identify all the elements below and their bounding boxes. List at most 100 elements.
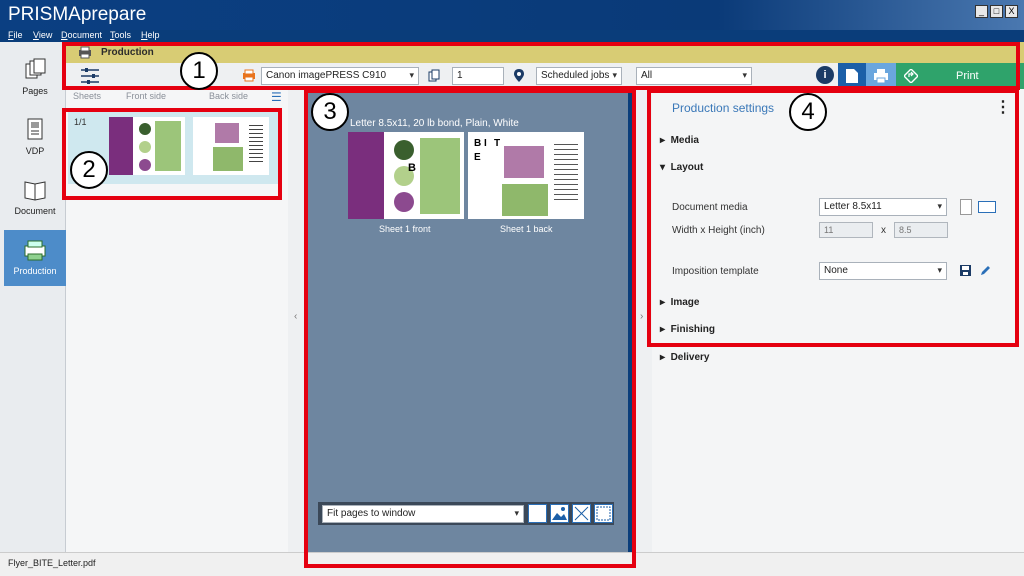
back-side-thumbnail[interactable] <box>193 117 269 175</box>
window-controls: _ □ X <box>975 5 1018 18</box>
printer-icon <box>79 46 91 59</box>
status-bar: Flyer_BITE_Letter.pdf <box>0 552 1024 576</box>
close-button[interactable]: X <box>1005 5 1018 18</box>
info-icon[interactable]: i <box>816 66 834 84</box>
section-image[interactable]: ▸ Image <box>660 297 699 308</box>
expand-arrow-icon: ▸ <box>660 324 671 335</box>
printer-select[interactable]: Canon imagePRESS C910 ▾ <box>261 67 419 85</box>
height-input[interactable]: 8.5 <box>894 222 948 238</box>
destination-value: Scheduled jobs <box>541 70 610 81</box>
collapse-left-button[interactable]: ‹ <box>288 89 306 552</box>
print-view-button[interactable] <box>866 63 896 89</box>
callout-1: 1 <box>180 52 218 90</box>
section-image-label: Image <box>670 297 700 308</box>
sheet-index: 1/1 <box>74 117 87 127</box>
section-delivery[interactable]: ▸ Delivery <box>660 352 710 363</box>
minimize-button[interactable]: _ <box>975 5 988 18</box>
column-header-front-side: Front side <box>126 91 167 101</box>
print-button[interactable]: Print <box>896 63 1024 89</box>
width-input[interactable]: 11 <box>819 222 873 238</box>
sheet-back-caption: Sheet 1 back <box>500 224 553 234</box>
menu-document[interactable]: Document <box>61 30 102 40</box>
zoom-value: Fit pages to window <box>327 508 416 519</box>
landscape-orientation-icon[interactable] <box>978 201 996 213</box>
filter-value: All <box>641 70 653 81</box>
section-layout[interactable]: ▾ Layout <box>660 162 703 173</box>
diamond-arrow-icon <box>904 69 918 83</box>
height-value: 8.5 <box>899 225 912 235</box>
left-navigation: Pages VDP Document Production <box>0 42 66 552</box>
width-value: 11 <box>824 225 834 235</box>
grid-view-icon[interactable] <box>528 504 547 523</box>
title-bar: PRISMAprepare _ □ X <box>0 0 1024 30</box>
thumb-letter-e: E <box>474 152 481 163</box>
printer-select-value: Canon imagePRESS C910 <box>266 70 387 81</box>
menu-file[interactable]: File <box>8 30 23 40</box>
expand-arrow-icon: ▸ <box>660 297 671 308</box>
prismaprepare-window: PRISMAprepare _ □ X File View Document T… <box>0 0 1024 576</box>
hamburger-menu-icon[interactable]: ☰ <box>271 90 282 104</box>
edit-pencil-icon[interactable] <box>979 264 992 277</box>
pages-icon <box>25 58 46 79</box>
chevron-down-icon: ▾ <box>937 201 942 211</box>
copies-input[interactable]: 1 <box>452 67 504 85</box>
image-view-icon[interactable] <box>550 504 569 523</box>
nav-document-label: Document <box>14 206 56 216</box>
imposition-select[interactable]: None ▾ <box>819 262 947 280</box>
nav-pages-label: Pages <box>22 86 48 96</box>
nav-document[interactable]: Document <box>4 170 66 226</box>
column-header-sheets: Sheets <box>73 91 102 101</box>
save-icon[interactable] <box>959 264 972 277</box>
section-media[interactable]: ▸ Media <box>660 135 699 146</box>
document-view-button[interactable] <box>838 63 866 89</box>
production-settings-panel: Production settings ⋮ ▸ Media ▾ Layout D… <box>652 89 1024 552</box>
front-side-thumbnail[interactable] <box>109 117 185 175</box>
nav-pages[interactable]: Pages <box>4 50 66 106</box>
destination-select[interactable]: Scheduled jobs ▾ <box>536 67 622 85</box>
section-finishing[interactable]: ▸ Finishing <box>660 324 715 335</box>
chevron-down-icon: ▾ <box>409 70 414 80</box>
document-media-select[interactable]: Letter 8.5x11 ▾ <box>819 198 947 216</box>
production-bar-label: Production <box>101 47 154 58</box>
sheet-front-preview[interactable]: B <box>348 132 464 219</box>
chevron-down-icon: ▾ <box>514 508 519 518</box>
collapse-right-button[interactable]: › <box>634 89 652 552</box>
nav-production[interactable]: Production <box>4 230 66 286</box>
printer-icon <box>243 69 255 82</box>
callout-3: 3 <box>311 93 349 131</box>
printer-icon <box>874 69 888 84</box>
maximize-button[interactable]: □ <box>990 5 1003 18</box>
document-media-value: Letter 8.5x11 <box>824 201 882 212</box>
collapse-arrow-icon: ▾ <box>660 162 671 173</box>
thumb-letter-t: T <box>494 138 501 149</box>
selection-frame-icon[interactable] <box>594 504 613 523</box>
menu-bar: File View Document Tools Help <box>0 30 1024 42</box>
sheet-back-preview[interactable]: B I T E <box>468 132 584 219</box>
thumb-letter-b: B <box>474 138 482 149</box>
portrait-orientation-icon[interactable] <box>960 199 972 215</box>
more-options-icon[interactable]: ⋮ <box>995 97 1011 117</box>
chevron-down-icon: ▾ <box>612 70 617 80</box>
settings-sliders-icon[interactable] <box>80 67 100 85</box>
copies-icon <box>428 69 440 82</box>
size-label: Width x Height (inch) <box>672 225 765 236</box>
menu-view[interactable]: View <box>33 30 52 40</box>
callout-4: 4 <box>789 93 827 131</box>
size-separator: x <box>881 225 886 236</box>
filter-select[interactable]: All ▾ <box>636 67 752 85</box>
nav-vdp[interactable]: VDP <box>4 110 66 166</box>
document-page-icon <box>846 69 858 83</box>
section-finishing-label: Finishing <box>670 324 716 335</box>
document-media-label: Document media <box>672 202 748 213</box>
menu-tools[interactable]: Tools <box>110 30 131 40</box>
zoom-select[interactable]: Fit pages to window ▾ <box>322 505 524 523</box>
settings-title: Production settings <box>672 101 775 115</box>
crop-marks-icon[interactable] <box>572 504 591 523</box>
zoom-toolbar: Fit pages to window ▾ <box>318 502 614 525</box>
production-icon <box>24 240 46 261</box>
menu-help[interactable]: Help <box>141 30 160 40</box>
thumb-letter-b: B <box>408 162 416 174</box>
section-delivery-label: Delivery <box>670 352 710 363</box>
nav-production-label: Production <box>13 266 57 276</box>
imposition-value: None <box>824 265 848 276</box>
